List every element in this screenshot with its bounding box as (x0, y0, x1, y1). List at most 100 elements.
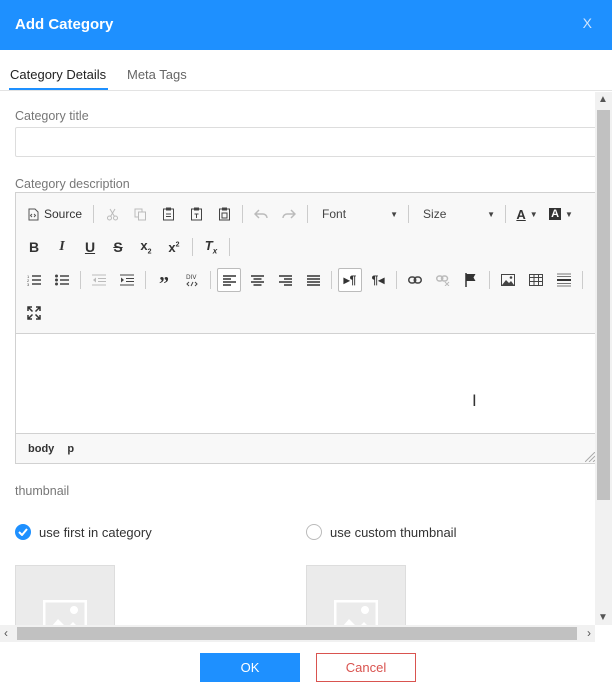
subscript-icon: x2 (140, 238, 152, 256)
paste-text-button[interactable] (184, 202, 208, 226)
create-div-button[interactable]: DIV (180, 268, 204, 292)
justify-button[interactable] (301, 268, 325, 292)
dialog-title: Add Category (15, 16, 114, 33)
image-placeholder-icon (334, 600, 378, 625)
maximize-button[interactable] (22, 301, 46, 325)
path-item-p[interactable]: p (67, 443, 74, 455)
align-left-button[interactable] (217, 268, 241, 292)
thumbnail-placeholder-custom[interactable] (306, 565, 406, 625)
element-path-bar: body p (28, 443, 84, 455)
horizontal-scrollbar[interactable]: ‹ › (0, 625, 595, 642)
blockquote-button[interactable]: ” (152, 268, 176, 295)
radio-use-first-in-category[interactable]: use first in category (15, 524, 152, 540)
paste-button[interactable] (156, 202, 180, 226)
image-button[interactable] (496, 268, 520, 292)
toolbar-separator (582, 271, 583, 289)
unlink-button[interactable] (431, 268, 455, 292)
numbered-list-button[interactable]: 123 (22, 268, 46, 292)
path-item-body[interactable]: body (28, 443, 54, 455)
copy-button[interactable] (128, 202, 152, 226)
background-color-button[interactable]: A ▼ (546, 202, 576, 226)
table-button[interactable] (524, 268, 548, 292)
scroll-left-icon[interactable]: ‹ (4, 626, 8, 640)
toolbar-separator (192, 238, 193, 256)
source-label: Source (44, 207, 83, 221)
underline-button[interactable]: U (78, 235, 102, 259)
text-direction-rtl-button[interactable]: ¶◂ (366, 268, 390, 292)
align-center-icon (250, 274, 264, 286)
italic-button[interactable]: I (50, 235, 74, 259)
scroll-up-icon[interactable]: ▲ (598, 94, 608, 105)
tab-bar: Category Details Meta Tags (0, 50, 612, 91)
category-title-input[interactable] (15, 127, 595, 157)
category-title-label: Category title (15, 109, 89, 123)
thumbnail-label: thumbnail (15, 484, 70, 498)
paste-text-icon (190, 207, 202, 221)
scrollbar-corner (595, 625, 612, 642)
scroll-right-icon[interactable]: › (587, 626, 591, 640)
toolbar-separator (210, 271, 211, 289)
vertical-scroll-thumb[interactable] (597, 110, 610, 500)
bulleted-list-button[interactable] (50, 268, 74, 292)
outdent-icon (92, 274, 106, 286)
text-direction-ltr-button[interactable]: ▸¶ (338, 268, 362, 292)
chevron-down-icon: ▼ (487, 209, 496, 219)
resize-handle-icon[interactable] (584, 449, 595, 463)
image-placeholder-icon (43, 600, 87, 625)
ok-button[interactable]: OK (200, 653, 300, 682)
copy-icon (134, 208, 146, 220)
close-icon[interactable]: X (583, 15, 592, 31)
font-select-label: Font (322, 207, 347, 221)
vertical-scrollbar[interactable]: ▲ ▼ (595, 92, 612, 625)
horizontal-line-icon (557, 273, 571, 287)
radio-label: use first in category (39, 524, 152, 540)
align-right-icon (278, 274, 292, 286)
align-center-button[interactable] (245, 268, 269, 292)
font-select[interactable]: Font ▼ (314, 203, 402, 225)
decrease-indent-button[interactable] (87, 268, 111, 292)
quote-icon: ” (159, 272, 169, 295)
tab-category-details[interactable]: Category Details (10, 67, 106, 82)
justify-icon (306, 274, 320, 286)
toolbar-row-2: B I U S x2 x2 Tx (22, 234, 236, 260)
subscript-button[interactable]: x2 (134, 235, 158, 259)
strikethrough-button[interactable]: S (106, 235, 130, 259)
horizontal-scroll-thumb[interactable] (17, 627, 577, 640)
source-button[interactable]: Source (22, 202, 87, 226)
radio-use-custom-thumbnail[interactable]: use custom thumbnail (306, 524, 456, 540)
toolbar-separator (331, 271, 332, 289)
cut-button[interactable] (100, 202, 124, 226)
editor-content-area[interactable] (16, 333, 595, 434)
radio-unchecked-icon (306, 524, 322, 540)
tab-meta-tags[interactable]: Meta Tags (127, 67, 187, 82)
image-icon (501, 274, 515, 286)
undo-icon (254, 209, 268, 219)
strikethrough-icon: S (113, 239, 123, 255)
paste-from-word-button[interactable] (212, 202, 236, 226)
bold-button[interactable]: B (22, 235, 46, 259)
toolbar-separator (229, 238, 230, 256)
radio-label: use custom thumbnail (330, 524, 457, 540)
link-button[interactable] (403, 268, 427, 292)
bulleted-list-icon (55, 274, 69, 286)
text-color-icon: A (516, 206, 526, 222)
rtl-icon: ¶◂ (371, 273, 385, 287)
increase-indent-button[interactable] (115, 268, 139, 292)
remove-format-button[interactable]: Tx (199, 235, 223, 259)
scroll-down-icon[interactable]: ▼ (598, 612, 608, 623)
text-color-button[interactable]: A ▼ (512, 202, 542, 226)
align-right-button[interactable] (273, 268, 297, 292)
redo-button[interactable] (277, 202, 301, 226)
cancel-button[interactable]: Cancel (316, 653, 416, 682)
anchor-button[interactable] (459, 268, 483, 292)
table-icon (529, 274, 543, 286)
paste-word-icon (218, 207, 230, 221)
numbered-list-icon: 123 (27, 274, 41, 286)
horizontal-line-button[interactable] (552, 268, 576, 292)
size-select[interactable]: Size ▼ (415, 203, 499, 225)
superscript-button[interactable]: x2 (162, 235, 186, 259)
toolbar-separator (242, 205, 244, 223)
svg-text:DIV: DIV (186, 274, 197, 281)
toolbar-separator (408, 205, 410, 223)
undo-button[interactable] (249, 202, 273, 226)
